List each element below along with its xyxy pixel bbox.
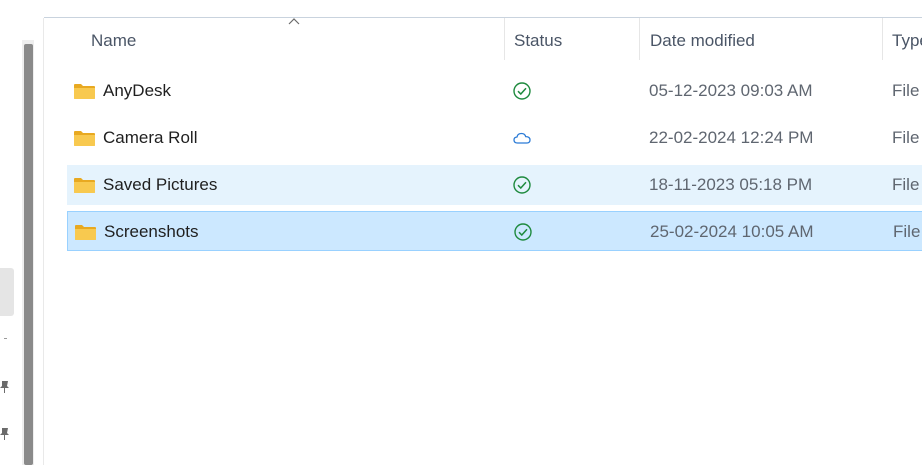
file-explorer-window: Name Status Date modified Type AnyDesk 05… <box>0 0 922 465</box>
column-header-status[interactable]: Status <box>514 30 562 52</box>
list-item[interactable]: Camera Roll 22-02-2024 12:24 PM File <box>67 118 922 158</box>
file-type: File <box>892 175 920 194</box>
pin-icon[interactable] <box>0 380 10 394</box>
navigation-pane <box>0 0 44 465</box>
date-modified: 05-12-2023 09:03 AM <box>649 81 813 100</box>
nav-divider-mark <box>4 338 7 339</box>
folder-icon <box>74 131 95 146</box>
column-separator[interactable] <box>504 18 505 60</box>
header-top-border <box>44 17 922 18</box>
file-name[interactable]: Screenshots <box>104 212 199 252</box>
cloud-icon <box>513 132 531 144</box>
file-name[interactable]: Saved Pictures <box>103 165 217 205</box>
file-type: File <box>893 222 921 241</box>
nav-selected-item[interactable] <box>0 268 14 316</box>
pin-icon[interactable] <box>0 427 10 441</box>
pane-divider[interactable] <box>43 18 44 465</box>
file-type: File <box>892 128 920 147</box>
sync-ok-icon <box>514 223 532 241</box>
date-modified: 25-02-2024 10:05 AM <box>650 222 814 241</box>
column-header-type[interactable]: Type <box>892 30 922 52</box>
list-item[interactable]: Saved Pictures 18-11-2023 05:18 PM File <box>67 165 922 205</box>
file-name[interactable]: AnyDesk <box>103 71 171 111</box>
sync-ok-icon <box>513 82 531 100</box>
file-name[interactable]: Camera Roll <box>103 118 197 158</box>
column-header-name[interactable]: Name <box>91 30 136 52</box>
date-modified: 18-11-2023 05:18 PM <box>649 175 813 194</box>
nav-scrollbar-thumb[interactable] <box>24 44 33 465</box>
column-header-date-modified[interactable]: Date modified <box>650 30 755 52</box>
column-separator[interactable] <box>639 18 640 60</box>
column-separator[interactable] <box>882 18 883 60</box>
sort-ascending-icon <box>288 18 300 25</box>
folder-icon <box>74 84 95 99</box>
list-item[interactable]: Screenshots 25-02-2024 10:05 AM File <box>67 211 922 251</box>
sync-ok-icon <box>513 176 531 194</box>
date-modified: 22-02-2024 12:24 PM <box>649 128 814 147</box>
folder-icon <box>75 225 96 240</box>
list-item[interactable]: AnyDesk 05-12-2023 09:03 AM File <box>67 71 922 111</box>
file-type: File <box>892 81 920 100</box>
folder-icon <box>74 178 95 193</box>
